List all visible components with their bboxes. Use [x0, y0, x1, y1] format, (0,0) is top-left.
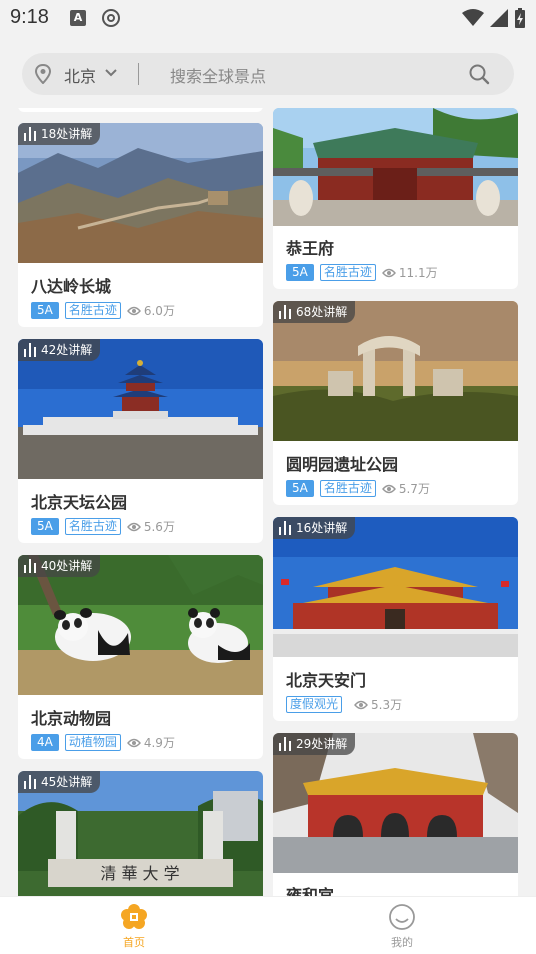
user-face-icon[interactable]	[388, 903, 416, 931]
wifi-icon	[462, 9, 484, 26]
scenic-card-zoo[interactable]: 40处讲解 北京动物园 4A 动植物园 4.9万	[18, 555, 263, 759]
scenic-image: 清 華 大 学 45处讲解	[18, 771, 263, 896]
eye-icon	[381, 268, 396, 277]
card-title: 圆明园遗址公园	[286, 455, 399, 474]
home-flower-icon[interactable]	[120, 903, 148, 931]
scenic-image	[273, 108, 518, 226]
audio-bars-icon	[24, 127, 36, 141]
audio-bars-icon	[279, 737, 291, 751]
eye-icon	[126, 738, 141, 747]
audio-bars-icon	[279, 305, 291, 319]
card-title: 恭王府	[286, 239, 335, 258]
view-count: 11.1万	[381, 264, 438, 281]
level-tag: 5A	[286, 480, 314, 497]
notification-settings-icon	[102, 9, 120, 27]
scenic-image: 42处讲解	[18, 339, 263, 479]
search-divider	[138, 63, 139, 85]
card-title: 北京动物园	[31, 709, 112, 728]
signal-icon	[490, 9, 508, 27]
city-selector[interactable]: 北京	[64, 63, 96, 87]
battery-icon	[515, 8, 525, 28]
view-count: 5.3万	[354, 696, 402, 713]
view-count: 5.6万	[126, 518, 175, 535]
audio-guide-badge: 18处讲解	[18, 123, 101, 145]
card-tags: 5A 名胜古迹 5.7万	[286, 480, 430, 497]
scenic-image: 68处讲解	[273, 301, 518, 441]
category-tag: 名胜古迹	[64, 302, 121, 319]
audio-bars-icon	[24, 559, 36, 573]
location-pin-icon[interactable]	[34, 64, 52, 84]
scenic-card-tiantan[interactable]: 42处讲解 北京天坛公园 5A 名胜古迹 5.6万	[18, 339, 263, 543]
status-icons	[462, 6, 526, 30]
category-tag: 名胜古迹	[319, 480, 376, 497]
scenic-card-gongwangfu[interactable]: 恭王府 5A 名胜古迹 11.1万	[273, 108, 518, 289]
status-time: 9:18	[10, 6, 49, 28]
search-input[interactable]: 搜索全球景点	[170, 63, 266, 87]
scenic-image: 18处讲解	[18, 123, 263, 263]
scenic-card-tsinghua[interactable]: 清 華 大 学 45处讲解	[18, 771, 263, 896]
level-tag: 4A	[31, 734, 59, 751]
list-item[interactable]	[18, 108, 263, 112]
scenic-card-yonghegong[interactable]: 29处讲解 雍和宫	[273, 733, 518, 896]
audio-bars-icon	[24, 775, 36, 789]
category-tag: 动植物园	[64, 734, 121, 751]
card-title: 八达岭长城	[31, 277, 112, 296]
chevron-down-icon[interactable]	[104, 67, 118, 79]
card-tags: 度假观光 5.3万	[286, 696, 402, 713]
status-bar: 9:18 A	[0, 0, 536, 38]
tab-home-label: 首页	[123, 936, 145, 949]
level-tag: 5A	[286, 264, 314, 281]
eye-icon	[354, 700, 368, 709]
tab-home[interactable]: 首页	[94, 903, 174, 950]
scenic-spot-list[interactable]: 18处讲解 八达岭长城 5A 名胜古迹 6.0万 恭王府 5A 名胜古迹 11.…	[0, 108, 536, 896]
card-tags: 4A 动植物园 4.9万	[31, 734, 175, 751]
audio-guide-badge: 16处讲解	[273, 517, 356, 539]
search-icon[interactable]	[468, 63, 490, 85]
audio-bars-icon	[279, 521, 291, 535]
scenic-card-badaling[interactable]: 18处讲解 八达岭长城 5A 名胜古迹 6.0万	[18, 123, 263, 327]
level-tag: 5A	[31, 518, 59, 535]
view-count: 5.7万	[381, 480, 430, 497]
card-tags: 5A 名胜古迹 6.0万	[31, 302, 175, 319]
bottom-navigation: 首页 我的	[0, 896, 536, 954]
eye-icon	[126, 522, 141, 531]
scenic-card-yuanmingyuan[interactable]: 68处讲解 圆明园遗址公园 5A 名胜古迹 5.7万	[273, 301, 518, 505]
svg-text:清 華 大 学: 清 華 大 学	[100, 864, 179, 883]
category-tag: 名胜古迹	[319, 264, 376, 281]
audio-guide-badge: 40处讲解	[18, 555, 101, 577]
category-tag: 度假观光	[286, 696, 343, 713]
scenic-image: 29处讲解	[273, 733, 518, 873]
eye-icon	[126, 306, 141, 315]
card-title: 北京天安门	[286, 671, 367, 690]
search-bar[interactable]: 北京 搜索全球景点	[22, 53, 514, 95]
audio-guide-badge: 29处讲解	[273, 733, 356, 755]
audio-guide-badge: 68处讲解	[273, 301, 356, 323]
card-title: 北京天坛公园	[31, 493, 128, 512]
scenic-image: 40处讲解	[18, 555, 263, 695]
level-tag: 5A	[31, 302, 59, 319]
scenic-card-tiananmen[interactable]: 16处讲解 北京天安门 度假观光 5.3万	[273, 517, 518, 721]
audio-guide-badge: 45处讲解	[18, 771, 101, 793]
tab-mine-label: 我的	[391, 936, 413, 949]
audio-bars-icon	[24, 343, 36, 357]
card-tags: 5A 名胜古迹 5.6万	[31, 518, 175, 535]
card-tags: 5A 名胜古迹 11.1万	[286, 264, 438, 281]
scenic-image: 16处讲解	[273, 517, 518, 657]
category-tag: 名胜古迹	[64, 518, 121, 535]
audio-guide-badge: 42处讲解	[18, 339, 101, 361]
eye-icon	[381, 484, 396, 493]
view-count: 6.0万	[126, 302, 175, 319]
notification-a-icon: A	[70, 10, 86, 26]
card-title: 雍和宫	[286, 886, 335, 896]
view-count: 4.9万	[126, 734, 175, 751]
tab-mine[interactable]: 我的	[362, 903, 442, 950]
